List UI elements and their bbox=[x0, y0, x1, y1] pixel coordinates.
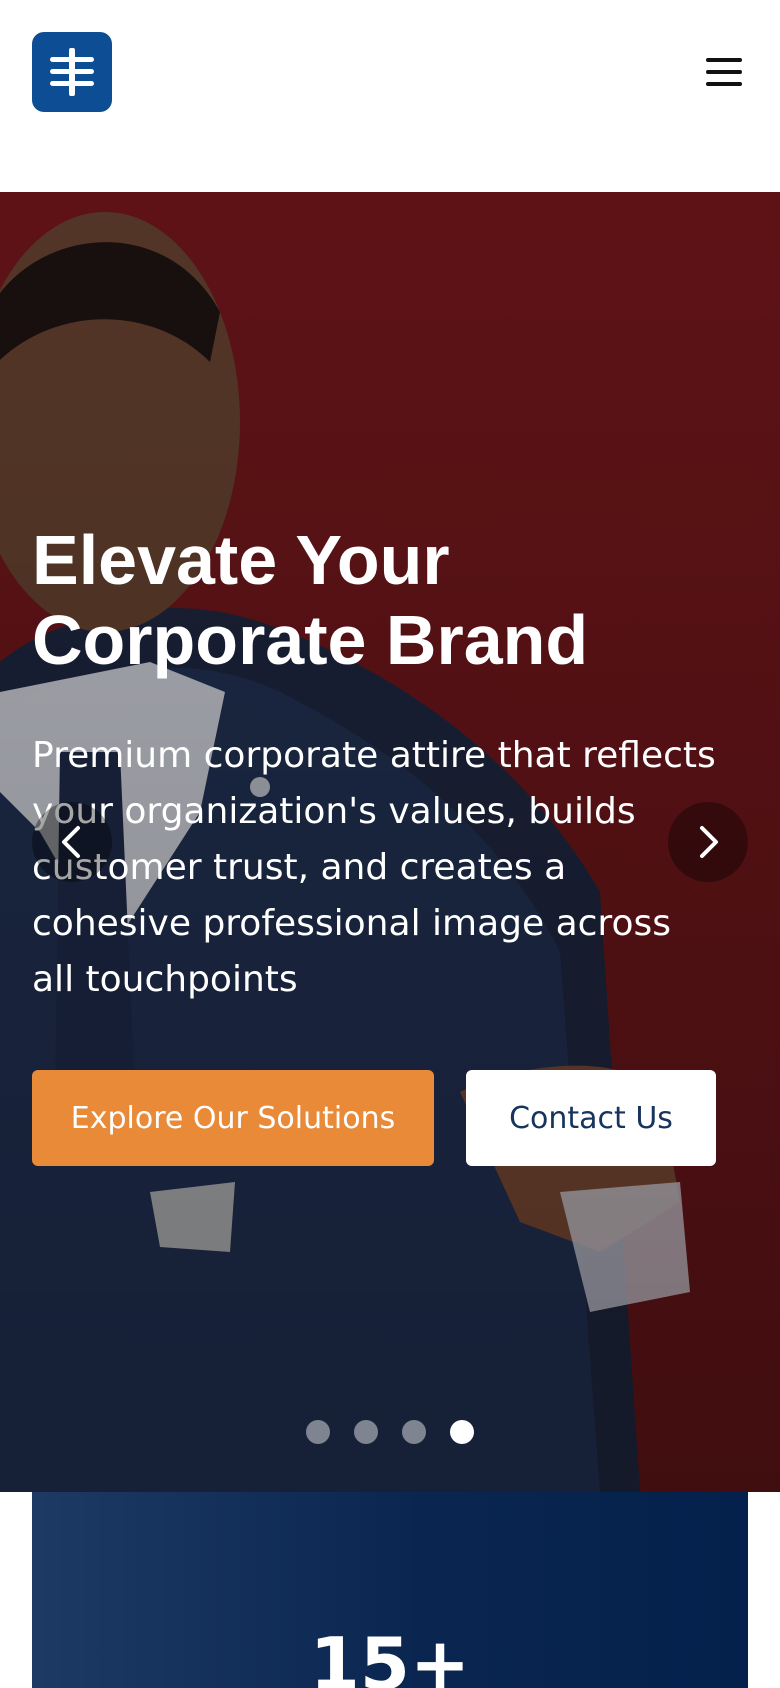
brand-logo-icon bbox=[50, 48, 94, 96]
hero-subtitle: Premium corporate attire that reflects y… bbox=[32, 735, 716, 1000]
slide-dot-2[interactable] bbox=[354, 1420, 378, 1444]
slider-pagination bbox=[0, 1420, 780, 1446]
slide-dot-3[interactable] bbox=[402, 1420, 426, 1444]
hamburger-menu-icon-bar bbox=[706, 82, 742, 86]
hero-slider: Elevate Your Corporate Brand Premium cor… bbox=[0, 192, 780, 1492]
explore-solutions-button[interactable]: Explore Our Solutions bbox=[32, 1070, 434, 1166]
hamburger-menu-icon bbox=[706, 58, 742, 62]
contact-us-button[interactable]: Contact Us bbox=[466, 1070, 716, 1166]
next-slide-button[interactable] bbox=[668, 802, 748, 882]
hamburger-menu-icon-bar bbox=[706, 70, 742, 74]
site-header bbox=[0, 0, 780, 192]
chevron-left-icon bbox=[62, 826, 80, 858]
chevron-right-icon bbox=[700, 826, 718, 858]
stats-card: 15+ bbox=[32, 1492, 748, 1688]
previous-slide-button[interactable] bbox=[32, 802, 112, 882]
slide-dot-1[interactable] bbox=[306, 1420, 330, 1444]
slide-dot-4[interactable] bbox=[450, 1420, 474, 1444]
stat-value: 15+ bbox=[309, 1622, 471, 1688]
hamburger-menu-button[interactable] bbox=[700, 50, 748, 94]
hero-title: Elevate Your Corporate Brand bbox=[32, 521, 589, 679]
brand-logo[interactable] bbox=[32, 32, 112, 112]
